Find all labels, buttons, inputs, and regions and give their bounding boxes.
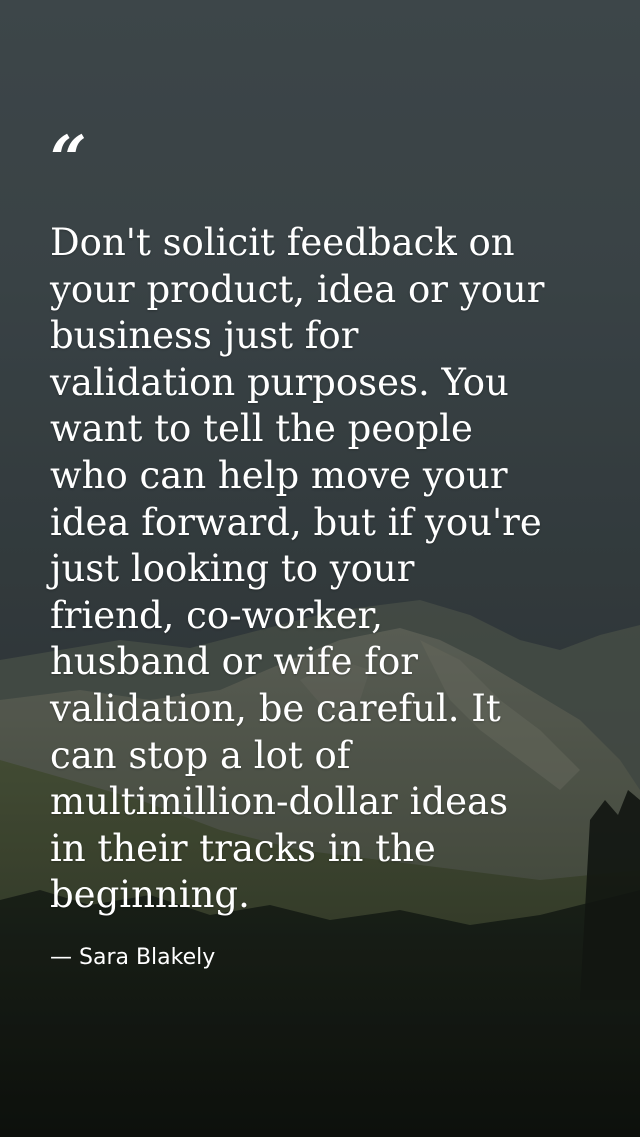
- quote-mark-icon: “: [50, 122, 87, 197]
- quote-author: — Sara Blakely: [50, 945, 216, 970]
- quote-text: Don't solicit feedback on your product, …: [50, 221, 545, 917]
- quote-screen: “ Don't solicit feedback on your product…: [0, 0, 640, 1137]
